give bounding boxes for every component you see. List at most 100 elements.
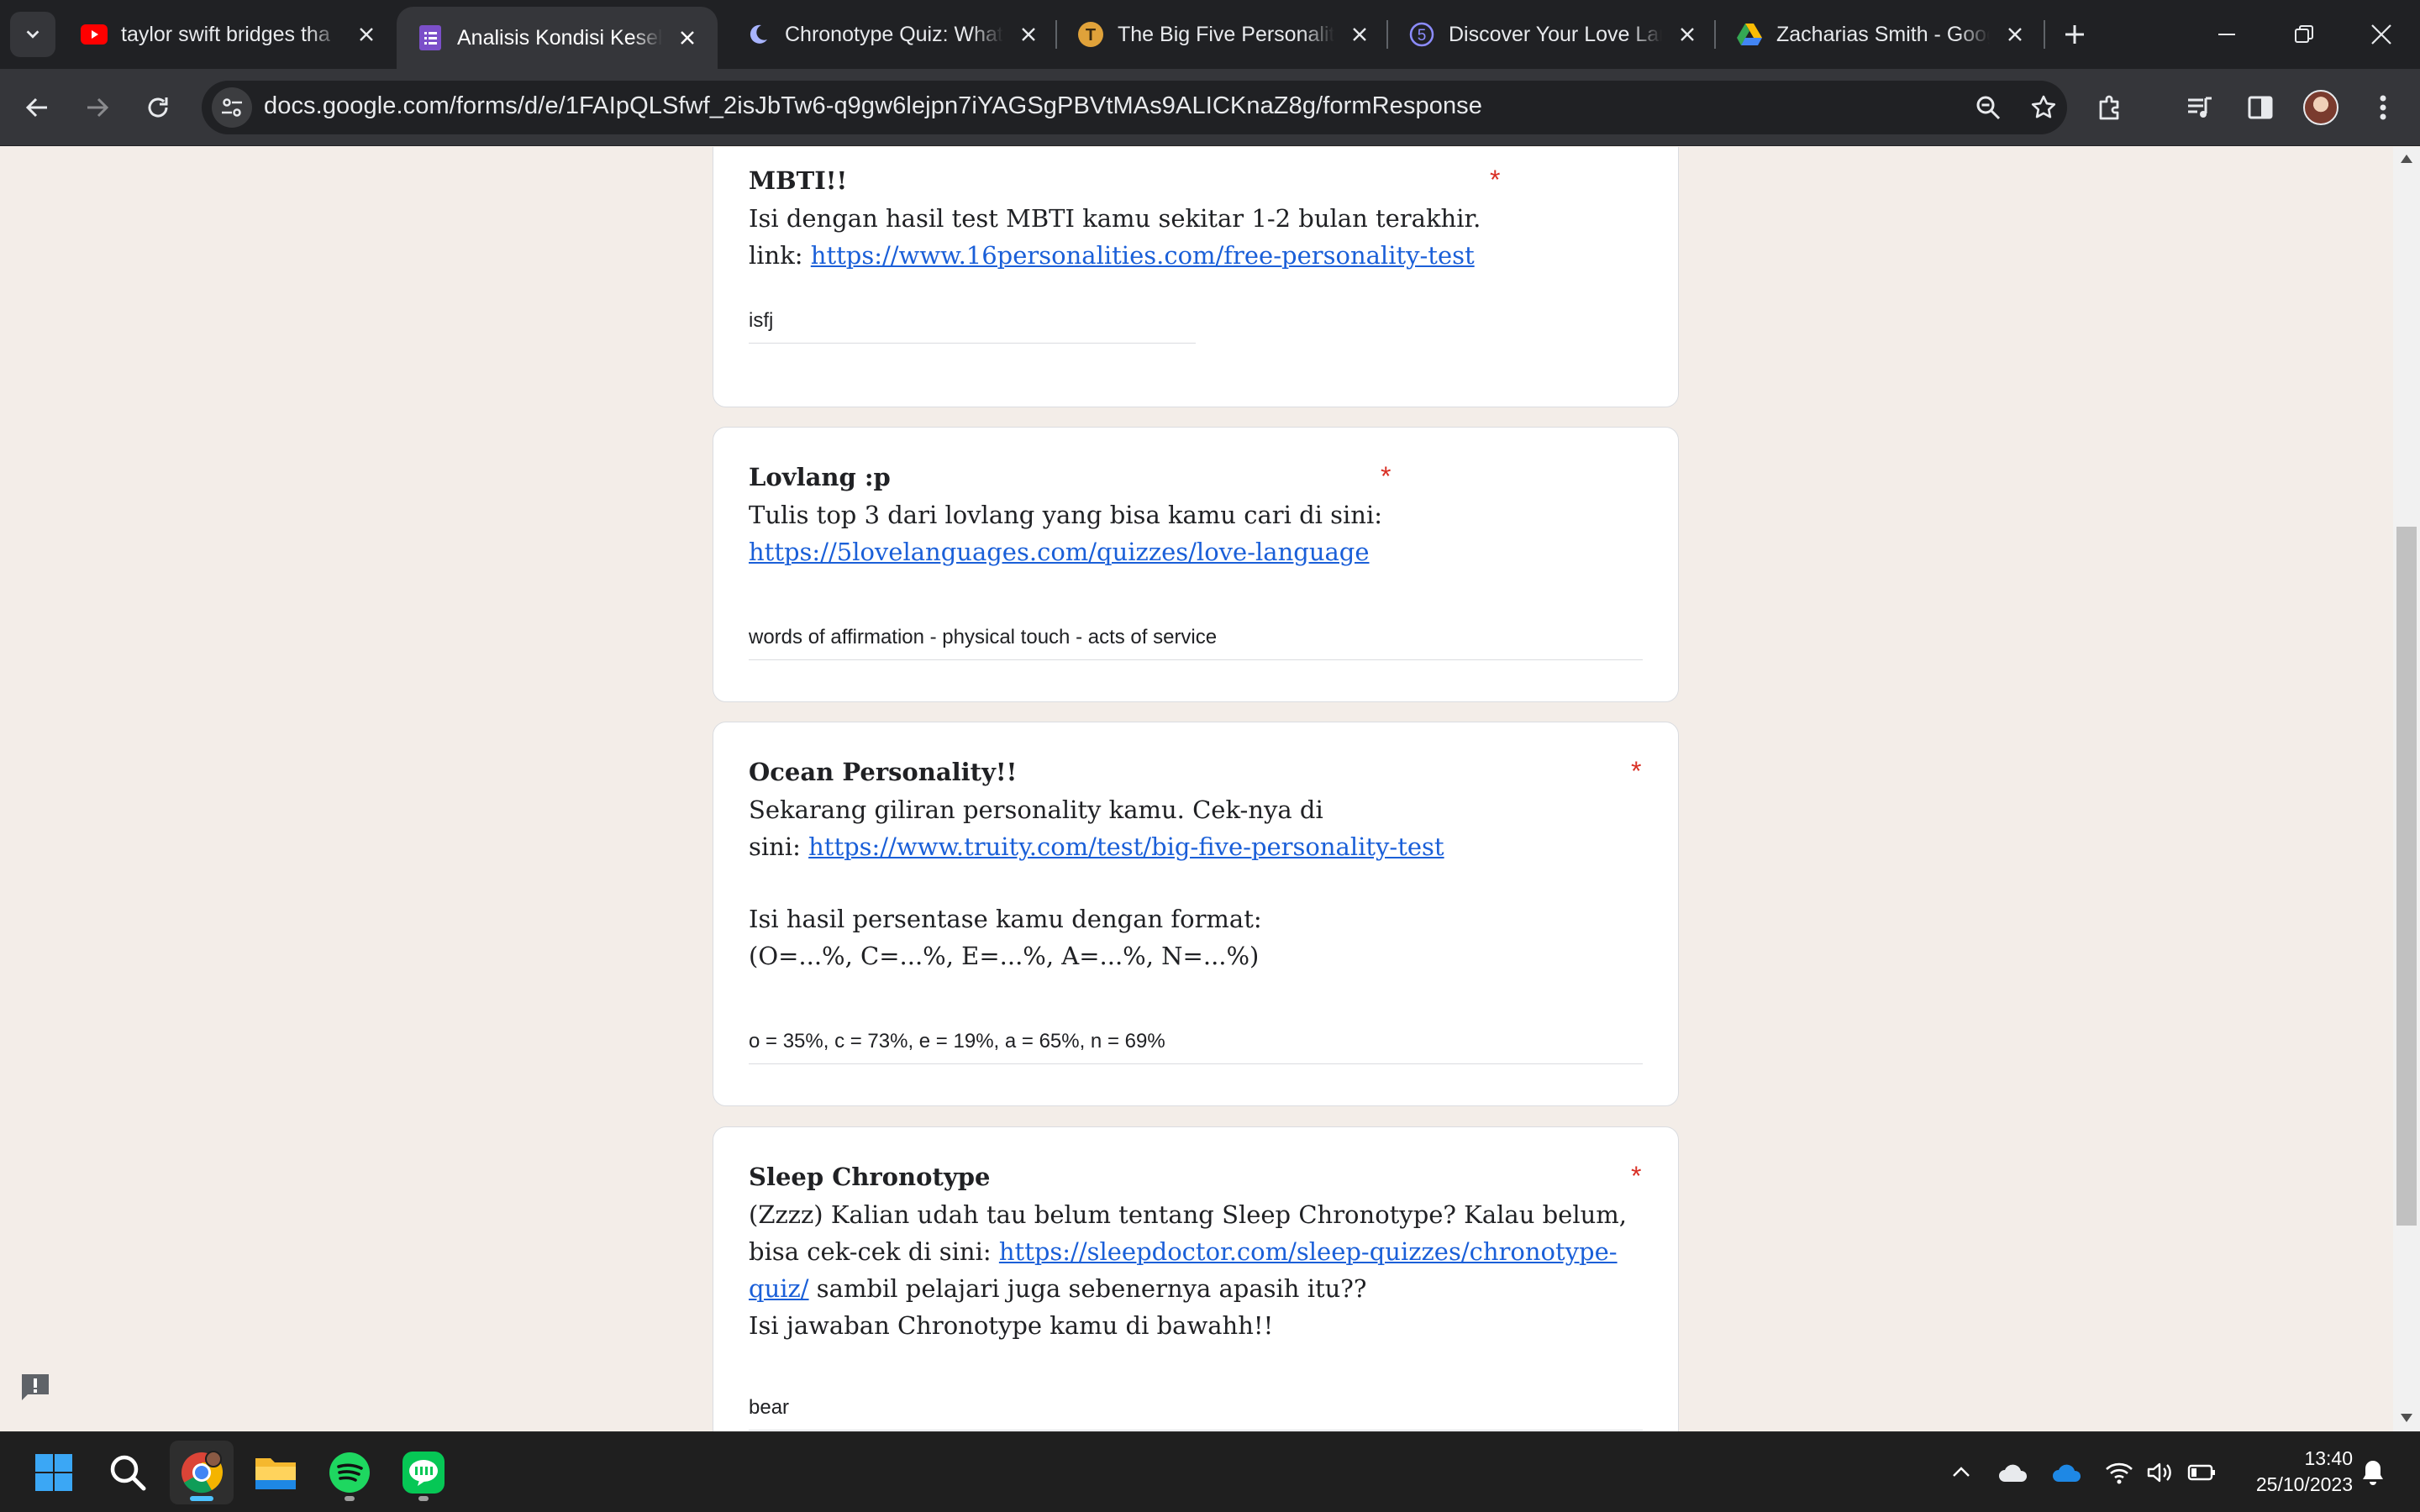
show-hidden-icons-button[interactable]: [1941, 1452, 1981, 1493]
answer-field[interactable]: isfj: [749, 309, 1196, 344]
side-panel-icon: [2248, 96, 2273, 119]
required-asterisk: *: [1381, 461, 1392, 491]
close-icon[interactable]: [674, 24, 701, 51]
tab-big-five[interactable]: T The Big Five Personality: [1057, 7, 1390, 62]
question-link[interactable]: quiz/: [749, 1274, 809, 1303]
address-bar[interactable]: docs.google.com/forms/d/e/1FAIpQLSfwf_2i…: [202, 81, 2067, 134]
tray-onedrive[interactable]: [2047, 1452, 2087, 1493]
answer-field[interactable]: bear: [749, 1396, 1643, 1431]
tab-title: Chronotype Quiz: What: [785, 22, 1003, 46]
tab-youtube[interactable]: taylor swift bridges tha: [60, 7, 397, 62]
zoom-button[interactable]: [1970, 89, 2007, 126]
question-card-lovlang: Lovlang :p * Tulis top 3 dari lovlang ya…: [713, 427, 1679, 702]
restore-button[interactable]: [2265, 0, 2343, 69]
chevron-up-icon: [1953, 1467, 1970, 1477]
moon-icon: [744, 21, 771, 48]
tab-title: taylor swift bridges tha: [121, 22, 330, 46]
tab-title: Discover Your Love Lan: [1449, 22, 1662, 46]
close-window-button[interactable]: [2343, 0, 2420, 69]
question-link[interactable]: https://sleepdoctor.com/sleep-quizzes/ch…: [999, 1237, 1618, 1266]
reload-button[interactable]: [133, 82, 183, 133]
svg-text:T: T: [1086, 26, 1096, 45]
media-control-button[interactable]: [2175, 82, 2225, 133]
onedrive-icon: [2053, 1464, 2081, 1482]
tab-title: The Big Five Personality: [1118, 22, 1334, 46]
start-button[interactable]: [22, 1441, 86, 1504]
tab-strip: taylor swift bridges tha Analisis Kondis…: [0, 0, 2420, 69]
taskbar-search-button[interactable]: [96, 1441, 160, 1504]
question-title: Ocean Personality!!: [749, 758, 1018, 786]
required-asterisk: *: [1490, 165, 1501, 195]
minimize-icon: [2218, 34, 2235, 35]
arrow-left-icon: [25, 97, 47, 118]
taskbar-chrome[interactable]: [170, 1441, 234, 1504]
tab-title: Analisis Kondisi Keseha: [457, 25, 662, 50]
close-icon[interactable]: [1674, 21, 1701, 48]
taskbar-file-explorer[interactable]: [244, 1441, 308, 1504]
star-icon: [2031, 95, 2056, 118]
tray-cloud[interactable]: [1993, 1452, 2033, 1493]
cloud-icon: [1999, 1464, 2028, 1482]
tab-search-button[interactable]: [10, 12, 55, 57]
question-title: Sleep Chronotype: [749, 1163, 991, 1191]
profile-button[interactable]: [2296, 82, 2346, 133]
chrome-icon: [182, 1451, 224, 1494]
form-page: MBTI!! * Isi dengan hasil test MBTI kamu…: [0, 147, 2420, 1431]
tab-google-forms[interactable]: Analisis Kondisi Keseha: [397, 7, 718, 69]
new-tab-button[interactable]: [2055, 15, 2094, 54]
tab-love-languages[interactable]: 5 Discover Your Love Lan: [1388, 7, 1718, 62]
tray-volume[interactable]: [2139, 1452, 2180, 1493]
answer-field[interactable]: words of affirmation - physical touch - …: [749, 626, 1643, 660]
forward-button[interactable]: [72, 82, 123, 133]
svg-text:5: 5: [1418, 27, 1427, 45]
question-description: Isi dengan hasil test MBTI kamu sekitar …: [749, 204, 1481, 270]
google-drive-icon: [1736, 21, 1763, 48]
taskbar-line[interactable]: [392, 1441, 455, 1504]
avatar: [2303, 90, 2338, 125]
extensions-button[interactable]: [2086, 82, 2136, 133]
site-info-button[interactable]: [212, 87, 252, 128]
side-panel-button[interactable]: [2235, 82, 2286, 133]
minimize-button[interactable]: [2188, 0, 2265, 69]
close-icon[interactable]: [1346, 21, 1373, 48]
taskbar: 13:40 25/10/2023: [0, 1431, 2420, 1512]
bookmark-button[interactable]: [2025, 89, 2062, 126]
question-description: Tulis top 3 dari lovlang yang bisa kamu …: [749, 501, 1383, 566]
wifi-icon: [2106, 1462, 2133, 1484]
taskbar-spotify[interactable]: [318, 1441, 381, 1504]
feedback-icon: [22, 1374, 49, 1400]
menu-button[interactable]: [2358, 82, 2408, 133]
scroll-down-arrow-icon[interactable]: [2400, 1411, 2413, 1425]
close-icon[interactable]: [2002, 21, 2028, 48]
question-link[interactable]: https://www.16personalities.com/free-per…: [811, 241, 1475, 270]
required-asterisk: *: [1631, 756, 1642, 786]
page-scrollbar[interactable]: [2393, 147, 2420, 1431]
question-card-sleep-chronotype: Sleep Chronotype * (Zzzz) Kalian udah ta…: [713, 1126, 1679, 1431]
clock-date: 25/10/2023: [2255, 1473, 2353, 1495]
tab-google-drive[interactable]: Zacharias Smith - Goog: [1716, 7, 2045, 62]
tray-wifi[interactable]: [2099, 1452, 2139, 1493]
question-card-mbti: MBTI!! * Isi dengan hasil test MBTI kamu…: [713, 147, 1679, 407]
more-vertical-icon: [2380, 95, 2386, 120]
question-link[interactable]: https://5lovelanguages.com/quizzes/love-…: [749, 538, 1370, 566]
question-link[interactable]: https://www.truity.com/test/big-five-per…: [808, 832, 1444, 861]
report-issue-button[interactable]: [17, 1369, 54, 1406]
restore-icon: [2295, 25, 2313, 43]
close-icon[interactable]: [353, 21, 380, 48]
answer-field[interactable]: o = 35%, c = 73%, e = 19%, a = 65%, n = …: [749, 1030, 1643, 1064]
site-settings-icon: [222, 98, 242, 117]
start-icon: [35, 1454, 72, 1491]
clock[interactable]: 13:40 25/10/2023: [2235, 1446, 2353, 1498]
youtube-icon: [81, 21, 108, 48]
tab-chronotype-quiz[interactable]: Chronotype Quiz: What: [724, 7, 1059, 62]
question-description: (Zzzz) Kalian udah tau belum tentang Sle…: [749, 1200, 1627, 1340]
scroll-up-arrow-icon[interactable]: [2400, 152, 2413, 165]
notifications-button[interactable]: [2353, 1452, 2393, 1493]
tray-battery[interactable]: [2181, 1452, 2222, 1493]
speaker-icon: [2147, 1462, 2171, 1483]
close-icon[interactable]: [1015, 21, 1042, 48]
scrollbar-thumb[interactable]: [2396, 527, 2417, 1226]
back-button[interactable]: [12, 82, 62, 133]
url-text[interactable]: docs.google.com/forms/d/e/1FAIpQLSfwf_2i…: [264, 92, 1482, 120]
plus-icon: [2065, 25, 2084, 44]
